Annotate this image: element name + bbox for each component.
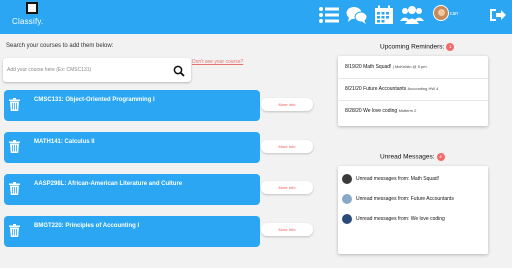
course-search-input[interactable] <box>7 64 167 76</box>
top-bar: Classify. can <box>0 0 512 34</box>
course-card[interactable]: BMGT220: Principles of Accounting I <box>4 216 260 247</box>
trash-icon[interactable] <box>9 224 20 237</box>
trash-icon[interactable] <box>9 98 20 111</box>
course-title: BMGT220: Principles of Accounting I <box>34 223 140 229</box>
reminder-item[interactable]: 8/28/20 We love coding Midterm 2 <box>345 108 416 114</box>
reminders-panel: 8/19/20 Math Squad! | McKeldin @ 5 pm 8/… <box>338 56 488 126</box>
group-avatar <box>342 194 352 204</box>
messages-heading: Unread Messages: 4 <box>380 153 445 161</box>
logo-square-icon <box>26 2 38 14</box>
message-text: Unread messages from: Future Accountants <box>356 196 454 202</box>
message-text: Unread messages from: We love coding <box>356 216 445 222</box>
user-label: can <box>450 11 459 17</box>
calendar-icon[interactable] <box>373 5 395 25</box>
message-item[interactable]: Unread messages from: Future Accountants <box>342 192 482 206</box>
reminder-item[interactable]: 8/21/20 Future Accountants Accounting HW… <box>345 86 438 92</box>
search-icon[interactable] <box>173 64 185 77</box>
search-label: Search your courses to add them below: <box>6 43 114 49</box>
user-avatar[interactable] <box>433 5 449 21</box>
app-logo[interactable]: Classify. <box>10 2 50 32</box>
reminder-item[interactable]: 8/19/20 Math Squad! | McKeldin @ 5 pm <box>345 64 427 70</box>
trash-icon[interactable] <box>9 140 20 153</box>
course-card[interactable]: CMSC131: Object-Oriented Programming I <box>4 90 260 121</box>
group-avatar <box>342 174 352 184</box>
course-title: AASP298L: African-American Literature an… <box>34 181 183 187</box>
more-info-button[interactable]: More Info <box>261 181 313 194</box>
course-title: MATH141: Calculus II <box>34 139 95 145</box>
message-item[interactable]: Unread messages from: We love coding <box>342 212 482 226</box>
app-name: Classify. <box>12 17 44 26</box>
reminder-detail: | McKeldin @ 5 pm <box>392 64 427 69</box>
trash-icon[interactable] <box>9 182 20 195</box>
message-item[interactable]: Unread messages from: Math Squad! <box>342 172 482 186</box>
group-avatar <box>342 214 352 224</box>
message-text: Unread messages from: Math Squad! <box>356 176 440 182</box>
reminder-main: 8/28/20 We love coding <box>345 108 399 114</box>
reminders-heading: Upcoming Reminders: 1 <box>380 43 455 51</box>
logout-icon[interactable] <box>488 5 508 25</box>
reminder-detail: Accounting HW 4 <box>407 86 439 91</box>
reminder-main: 8/21/20 Future Accountants <box>345 86 408 92</box>
messages-count-badge: 4 <box>436 153 445 161</box>
messages-title: Unread Messages: <box>380 153 435 161</box>
course-card[interactable]: AASP298L: African-American Literature an… <box>4 174 260 205</box>
reminder-detail: Midterm 2 <box>398 108 417 113</box>
list-icon[interactable] <box>318 5 340 25</box>
more-info-button[interactable]: More Info <box>261 223 313 236</box>
dont-see-course-link[interactable]: Don't see your course? <box>192 59 243 65</box>
reminder-main: 8/19/20 Math Squad! <box>345 64 393 70</box>
avatar-face <box>438 9 445 16</box>
more-info-button[interactable]: More Info <box>261 140 313 153</box>
messages-panel: Unread messages from: Math Squad! Unread… <box>338 166 488 254</box>
divider <box>338 78 488 79</box>
course-card[interactable]: MATH141: Calculus II <box>4 132 260 163</box>
course-search-box <box>3 58 191 82</box>
more-info-button[interactable]: More Info <box>261 98 313 111</box>
course-title: CMSC131: Object-Oriented Programming I <box>34 97 155 103</box>
reminders-count-badge: 1 <box>446 43 455 51</box>
group-icon[interactable] <box>400 5 424 25</box>
reminders-title: Upcoming Reminders: <box>380 43 445 51</box>
chat-icon[interactable] <box>346 5 368 25</box>
divider <box>338 100 488 101</box>
